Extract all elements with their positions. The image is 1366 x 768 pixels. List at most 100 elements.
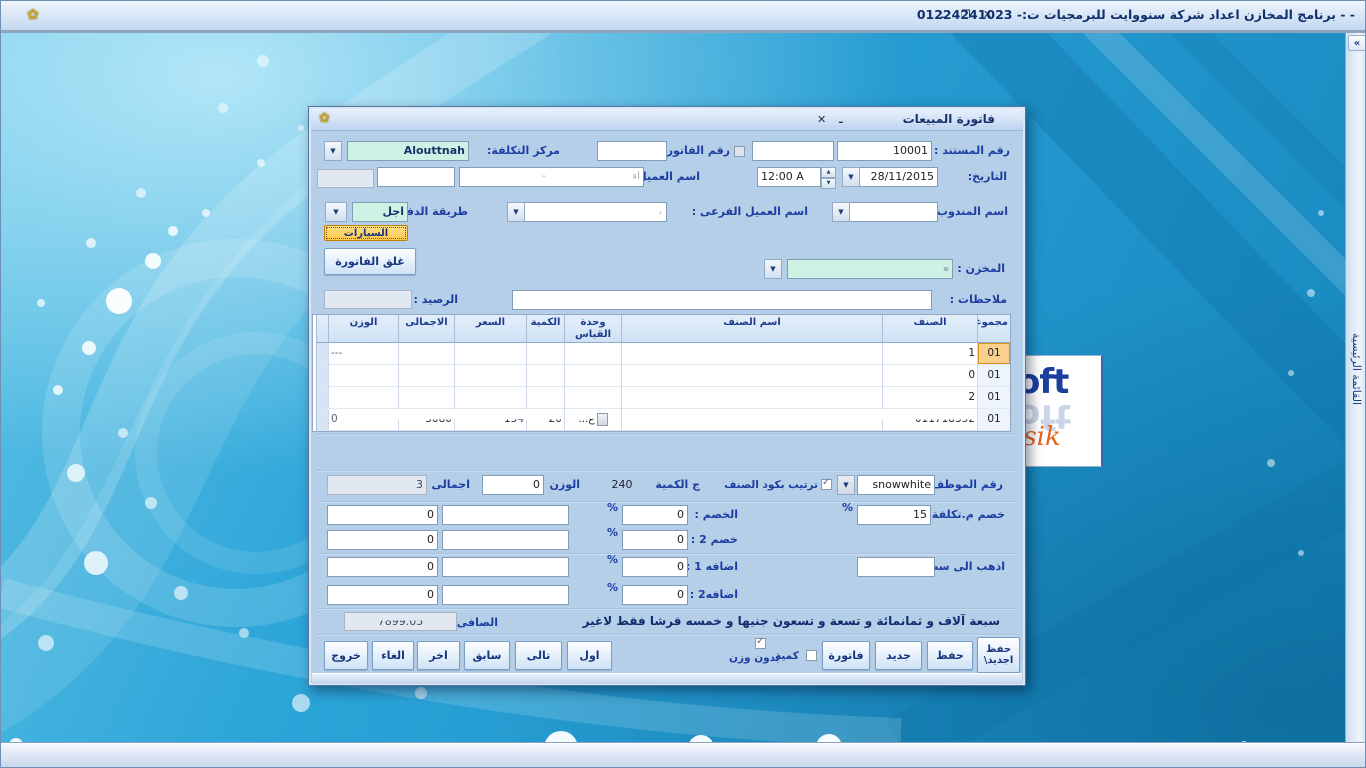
table-cell[interactable]: --- [328, 343, 398, 365]
addition1-pct-field[interactable]: 0 [622, 557, 688, 577]
table-cell[interactable] [328, 365, 398, 387]
table-cell[interactable] [398, 343, 454, 365]
addition2-amount-field[interactable] [442, 585, 569, 605]
next-button[interactable]: تالى [515, 641, 562, 670]
employee-field[interactable]: snowwhite [857, 475, 935, 495]
table-cell[interactable] [621, 365, 882, 387]
customer-name-field[interactable]: اء - [459, 167, 644, 187]
discount2-amount-field[interactable] [442, 530, 569, 550]
table-cell[interactable] [398, 387, 454, 409]
invoice-button[interactable]: فاتورة [822, 641, 870, 670]
expand-menu-button[interactable]: « [1348, 35, 1366, 51]
date-dropdown-button[interactable] [842, 167, 860, 187]
dialog-titlebar[interactable]: ✕ ـ فاتورة المبيعات [311, 109, 1023, 131]
table-cell[interactable] [621, 387, 882, 409]
table-cell[interactable] [564, 343, 621, 365]
addition2-pct-field[interactable]: 0 [622, 585, 688, 605]
table-cell[interactable]: 01 [977, 343, 1010, 365]
discount2-value-field[interactable]: 0 [327, 530, 438, 550]
payment-method-field[interactable]: اجل [352, 202, 408, 222]
last-button[interactable]: اخر [417, 641, 460, 670]
table-cell[interactable] [564, 365, 621, 387]
table-row[interactable]: 011 --- [313, 343, 1010, 365]
table-cell[interactable]: 0 [328, 409, 398, 431]
cost-center-dropdown-button[interactable] [324, 141, 342, 161]
table-cell[interactable]: 0 [882, 365, 977, 387]
main-menu-strip[interactable]: « القائمة الرئيسية [1345, 33, 1366, 744]
table-cell[interactable] [564, 387, 621, 409]
table-cell[interactable]: 011718352 [882, 409, 977, 431]
sub-customer-dropdown-button[interactable] [507, 202, 525, 222]
table-cell[interactable]: 01 [977, 409, 1010, 431]
previous-button[interactable]: سابق [464, 641, 510, 670]
discount-value-field[interactable]: 0 [327, 505, 438, 525]
save-button[interactable]: حفظ [927, 641, 973, 670]
table-cell[interactable] [316, 387, 328, 409]
doc-no-field[interactable]: 10001 [837, 141, 932, 161]
discount-amount-field[interactable] [442, 505, 569, 525]
addition1-amount-field[interactable] [442, 557, 569, 577]
table-cell[interactable] [316, 409, 328, 431]
table-cell[interactable] [621, 343, 882, 365]
discount-pct-field[interactable]: 0 [622, 505, 688, 525]
table-cell[interactable] [454, 365, 526, 387]
warehouse-dropdown-button[interactable] [764, 259, 782, 279]
table-cell[interactable] [454, 387, 526, 409]
warehouse-field[interactable]: ه [787, 259, 953, 279]
first-button[interactable]: اول [567, 641, 612, 670]
cost-center-field[interactable]: Alouttnah [347, 141, 469, 161]
save-new-button[interactable]: حفظ اجديد\ [977, 637, 1020, 673]
quantity-checkbox[interactable] [806, 650, 817, 661]
table-row[interactable]: 010 [313, 365, 1010, 387]
discount2-pct-field[interactable]: 0 [622, 530, 688, 550]
addition2-value-field[interactable]: 0 [327, 585, 438, 605]
table-cell[interactable] [526, 387, 564, 409]
doc-no-aux-field[interactable] [752, 141, 834, 161]
time-field[interactable]: 12:00 A [757, 167, 821, 187]
table-cell[interactable] [316, 365, 328, 387]
table-cell[interactable]: 2 [882, 387, 977, 409]
cancel-button[interactable]: الغاء [372, 641, 414, 670]
table-cell[interactable] [328, 387, 398, 409]
table-cell[interactable] [621, 409, 882, 431]
table-cell[interactable]: 3080 [398, 409, 454, 431]
unit-picker-button[interactable] [597, 413, 608, 426]
table-cell[interactable] [526, 365, 564, 387]
date-field[interactable]: 28/11/2015 [858, 167, 938, 187]
new-button[interactable]: جديد [875, 641, 922, 670]
sort-by-code-checkbox[interactable] [821, 479, 832, 490]
sub-customer-field[interactable]: ، [523, 202, 667, 222]
table-cell[interactable] [316, 343, 328, 365]
dialog-minimize-icon[interactable]: ـ [839, 113, 843, 126]
table-row[interactable]: 01011718352 ع...2015430800 [313, 409, 1010, 431]
goto-line-field[interactable] [857, 557, 935, 577]
weight-total-field[interactable]: 0 [482, 475, 544, 495]
table-cell[interactable]: ع... [564, 409, 621, 431]
cost-discount-field[interactable]: 15 [857, 505, 931, 525]
table-cell[interactable]: 01 [977, 387, 1010, 409]
invoice-no-checkbox[interactable] [734, 146, 745, 157]
payment-method-dropdown-button[interactable] [325, 202, 347, 222]
delegate-field[interactable] [848, 202, 938, 222]
main-titlebar[interactable]: ـ ❐ ✕ - - برنامج المخازن اعداد شركة سنوو… [1, 1, 1366, 31]
table-cell[interactable] [526, 343, 564, 365]
time-spinner[interactable]: ▲▼ [821, 167, 836, 187]
table-row[interactable]: 012 [313, 387, 1010, 409]
table-cell[interactable]: 154 [454, 409, 526, 431]
notes-field[interactable] [512, 290, 932, 310]
delegate-dropdown-button[interactable] [832, 202, 850, 222]
customer-aux-field[interactable] [377, 167, 455, 187]
no-weight-checkbox[interactable] [755, 638, 766, 649]
table-cell[interactable]: 1 [882, 343, 977, 365]
exit-button[interactable]: خروج [324, 641, 368, 670]
dialog-close-icon[interactable]: ✕ [817, 113, 826, 126]
cars-button[interactable]: السيارات [324, 225, 408, 241]
table-cell[interactable]: 01 [977, 365, 1010, 387]
close-invoice-button[interactable]: غلق الفاتورة [324, 248, 416, 275]
table-cell[interactable] [398, 365, 454, 387]
invoice-no-field[interactable] [597, 141, 667, 161]
table-cell[interactable] [454, 343, 526, 365]
table-cell[interactable]: 20 [526, 409, 564, 431]
employee-dropdown-button[interactable] [837, 475, 855, 495]
addition1-value-field[interactable]: 0 [327, 557, 438, 577]
